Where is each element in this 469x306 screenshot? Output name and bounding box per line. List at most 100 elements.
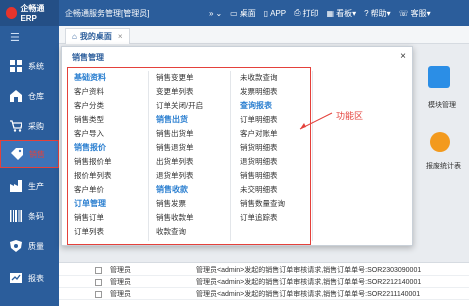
menu-item[interactable]: 订单列表 bbox=[74, 225, 112, 239]
sales-menu-panel: 销售管理 × 基础资料 客户资料 客户分类 销售类型 客户导入 销售报价 销售报… bbox=[61, 46, 413, 246]
menu-item[interactable]: 发票明细表 bbox=[240, 85, 285, 99]
sidebar-item-label: 采购 bbox=[28, 121, 44, 131]
app-icon: ▯ bbox=[263, 8, 269, 18]
barcode-icon bbox=[10, 210, 22, 222]
menu-item[interactable]: 销售收款单 bbox=[156, 211, 203, 225]
menu-item[interactable]: 报价单列表 bbox=[74, 169, 112, 183]
group-heading: 订单管理 bbox=[74, 199, 106, 208]
sidebar-item-production[interactable]: 生产 bbox=[0, 172, 59, 200]
tab-close-icon[interactable]: × bbox=[118, 32, 123, 41]
sidebar-item-purchase[interactable]: 采购 bbox=[0, 112, 59, 140]
function-area-callout: 功能区 bbox=[336, 111, 364, 121]
help-button[interactable]: ? 帮助 ▾ bbox=[364, 8, 390, 19]
menu-column-3: 未收款查询 发票明细表 查询报表 订单明细表 客户对账单 销货明细表 退货明细表… bbox=[240, 71, 285, 225]
group-heading: 销售出货 bbox=[156, 115, 188, 124]
menu-item[interactable]: 退货明细表 bbox=[240, 155, 285, 169]
shield-icon bbox=[10, 240, 22, 252]
dashboard-button[interactable]: ▦ 看板 ▾ bbox=[327, 8, 357, 19]
dashboard-icon: ▦ bbox=[326, 8, 335, 18]
menu-item[interactable]: 未收款查询 bbox=[240, 71, 285, 85]
help-icon: ? bbox=[364, 8, 369, 18]
sidebar-item-barcode[interactable]: 条码 bbox=[0, 202, 59, 230]
hamburger-icon: ☰ bbox=[10, 31, 20, 44]
menu-item[interactable]: 销货明细表 bbox=[240, 141, 285, 155]
message-list: 管理员 管理员<admin>发起的销售订单审核请求,销售订单单号:SOR2303… bbox=[59, 262, 469, 306]
sidebar-item-report[interactable]: 报表 bbox=[0, 264, 59, 292]
collapse-button[interactable]: » ⌄ bbox=[209, 9, 222, 18]
list-item[interactable]: 管理员 管理员<admin>发起的销售订单审核请求,销售订单单号:SOR2303… bbox=[59, 265, 469, 276]
menu-item[interactable]: 未交明细表 bbox=[240, 183, 285, 197]
report-icon bbox=[10, 273, 22, 283]
group-heading: 基础资料 bbox=[74, 73, 106, 82]
menu-item[interactable]: 客户分类 bbox=[74, 99, 112, 113]
service-icon: ☏ bbox=[398, 8, 409, 18]
menu-item[interactable]: 销售变更单 bbox=[156, 71, 203, 85]
menu-item[interactable]: 销售退货单 bbox=[156, 141, 203, 155]
checkbox[interactable] bbox=[95, 266, 102, 274]
menu-item[interactable]: 客户导入 bbox=[74, 127, 112, 141]
desktop-button[interactable]: ▭ 桌面 bbox=[230, 8, 256, 19]
menu-item[interactable]: 订单关闭/开启 bbox=[156, 99, 203, 113]
group-heading: 销售报价 bbox=[74, 143, 106, 152]
checkbox[interactable] bbox=[95, 278, 102, 286]
menu-item[interactable]: 变更单列表 bbox=[156, 85, 203, 99]
sidebar-item-label: 生产 bbox=[28, 181, 44, 191]
menu-item[interactable]: 订单追踪表 bbox=[240, 211, 285, 225]
column-divider bbox=[230, 71, 231, 241]
panel-title: 销售管理 bbox=[72, 52, 104, 62]
menu-item[interactable]: 订单明细表 bbox=[240, 113, 285, 127]
factory-icon bbox=[10, 180, 22, 192]
report-circle-icon[interactable] bbox=[430, 132, 450, 152]
printer-icon: ⎙ bbox=[294, 8, 301, 17]
sidebar-item-sales[interactable]: 销售 bbox=[0, 140, 59, 168]
menu-item[interactable]: 出货单列表 bbox=[156, 155, 203, 169]
menu-item[interactable]: 客户对账单 bbox=[240, 127, 285, 141]
list-item[interactable]: 管理员 管理员<admin>发起的销售订单审核请求,销售订单单号:SOR2212… bbox=[59, 277, 469, 288]
logo-icon bbox=[6, 7, 18, 19]
tab-label: 我的桌面 bbox=[79, 32, 112, 41]
app-button[interactable]: ▯ APP bbox=[264, 9, 286, 18]
checkbox[interactable] bbox=[95, 290, 102, 298]
menu-item[interactable]: 销售报价单 bbox=[74, 155, 112, 169]
menu-item[interactable]: 销售订单 bbox=[74, 211, 112, 225]
sidebar-item-system[interactable]: 系统 bbox=[0, 52, 59, 80]
sidebar-item-label: 仓库 bbox=[28, 91, 44, 101]
menu-item[interactable]: 销售类型 bbox=[74, 113, 112, 127]
menu-column-2: 销售变更单 变更单列表 订单关闭/开启 销售出货 销售出货单 销售退货单 出货单… bbox=[156, 71, 203, 239]
list-item[interactable]: 管理员 管理员<admin>发起的销售订单审核请求,销售订单单号:SOR2211… bbox=[59, 289, 469, 300]
column-divider bbox=[148, 71, 149, 241]
print-button[interactable]: ⎙ 打印 bbox=[294, 8, 318, 19]
menu-item[interactable]: 客户资料 bbox=[74, 85, 112, 99]
column-divider bbox=[312, 71, 313, 241]
menu-item[interactable]: 客户单价 bbox=[74, 183, 112, 197]
grid-icon bbox=[10, 60, 22, 72]
menu-item[interactable]: 销售发票 bbox=[156, 197, 203, 211]
menu-column-1: 基础资料 客户资料 客户分类 销售类型 客户导入 销售报价 销售报价单 报价单列… bbox=[74, 71, 112, 239]
sidebar: 企畅通ERP ☰ 系统 仓库 采购 销售 生产 条码 质量 报表 bbox=[0, 0, 59, 306]
tab-bar: ⌂ 我的桌面 × bbox=[59, 26, 469, 44]
logo-text: 企畅通ERP bbox=[20, 4, 45, 23]
home-icon: ⌂ bbox=[72, 32, 77, 41]
sidebar-item-quality[interactable]: 质量 bbox=[0, 232, 59, 260]
menu-item[interactable]: 退货单列表 bbox=[156, 169, 203, 183]
sidebar-item-label: 条码 bbox=[28, 211, 44, 221]
module-icon[interactable] bbox=[428, 66, 450, 88]
top-bar: 企畅通服务管理[管理员] » ⌄ ▭ 桌面 ▯ APP ⎙ 打印 ▦ 看板 ▾ ? 帮助 ▾ ☏… bbox=[59, 0, 469, 26]
sidebar-item-label: 报表 bbox=[28, 273, 44, 283]
callout-arrow-icon bbox=[299, 112, 333, 130]
menu-item[interactable]: 收款查询 bbox=[156, 225, 203, 239]
menu-item[interactable]: 销售数量查询 bbox=[240, 197, 285, 211]
module-label: 模块管理 bbox=[428, 102, 456, 109]
cart-icon bbox=[10, 120, 22, 132]
service-button[interactable]: ☏ 客服 ▾ bbox=[399, 8, 431, 19]
sidebar-item-label: 质量 bbox=[28, 241, 44, 251]
app-logo: 企畅通ERP bbox=[0, 0, 59, 26]
sidebar-item-label: 销售 bbox=[29, 149, 45, 159]
menu-item[interactable]: 销售出货单 bbox=[156, 127, 203, 141]
tab-my-desktop[interactable]: ⌂ 我的桌面 × bbox=[65, 28, 130, 44]
double-chevron-icon: » bbox=[209, 8, 214, 18]
sidebar-item-warehouse[interactable]: 仓库 bbox=[0, 82, 59, 110]
menu-toggle-button[interactable]: ☰ bbox=[0, 26, 59, 48]
close-icon[interactable]: × bbox=[400, 51, 406, 62]
menu-item[interactable]: 销售明细表 bbox=[240, 169, 285, 183]
